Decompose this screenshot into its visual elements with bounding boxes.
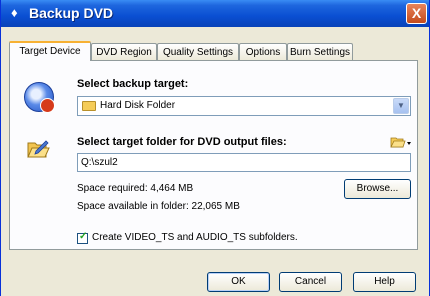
folder-icon bbox=[82, 101, 96, 111]
dvd-disc-icon bbox=[24, 82, 55, 113]
help-button[interactable]: Help bbox=[353, 272, 416, 292]
backup-target-value: Hard Disk Folder bbox=[100, 100, 176, 111]
tab-options[interactable]: Options bbox=[239, 43, 287, 60]
checkmark-icon: ✓ bbox=[79, 231, 88, 242]
ok-button[interactable]: OK bbox=[207, 272, 270, 292]
backup-dvd-dialog: ♦ Backup DVD X Target Device DVD Region … bbox=[0, 0, 430, 296]
output-heading: Select target folder for DVD output file… bbox=[77, 136, 287, 148]
chevron-down-icon[interactable]: ▼ bbox=[393, 98, 409, 114]
output-path-input[interactable]: Q:\szul2 bbox=[77, 153, 411, 172]
target-heading: Select backup target: bbox=[77, 78, 189, 90]
cancel-button[interactable]: Cancel bbox=[279, 272, 342, 292]
folder-menu-icon[interactable] bbox=[390, 135, 412, 149]
browse-button[interactable]: Browse... bbox=[344, 179, 411, 199]
close-button[interactable]: X bbox=[406, 3, 427, 24]
tab-quality-settings[interactable]: Quality Settings bbox=[157, 43, 239, 60]
tab-dvd-region[interactable]: DVD Region bbox=[91, 43, 157, 60]
tab-burn-settings[interactable]: Burn Settings bbox=[287, 43, 353, 60]
space-required: Space required: 4,464 MB bbox=[77, 183, 194, 194]
backup-target-select[interactable]: Hard Disk Folder ▼ bbox=[77, 96, 411, 116]
window-title: Backup DVD bbox=[29, 5, 114, 21]
close-icon: X bbox=[411, 5, 422, 21]
app-icon: ♦ bbox=[11, 5, 18, 20]
badge-icon bbox=[40, 98, 55, 113]
space-available: Space available in folder: 22,065 MB bbox=[77, 201, 240, 212]
open-folder-icon bbox=[27, 140, 50, 158]
tab-target-device[interactable]: Target Device bbox=[9, 41, 91, 61]
subfolders-label[interactable]: Create VIDEO_TS and AUDIO_TS subfolders. bbox=[92, 232, 298, 243]
subfolders-checkbox[interactable]: ✓ bbox=[77, 231, 88, 244]
title-bar[interactable]: ♦ Backup DVD X bbox=[1, 0, 429, 27]
